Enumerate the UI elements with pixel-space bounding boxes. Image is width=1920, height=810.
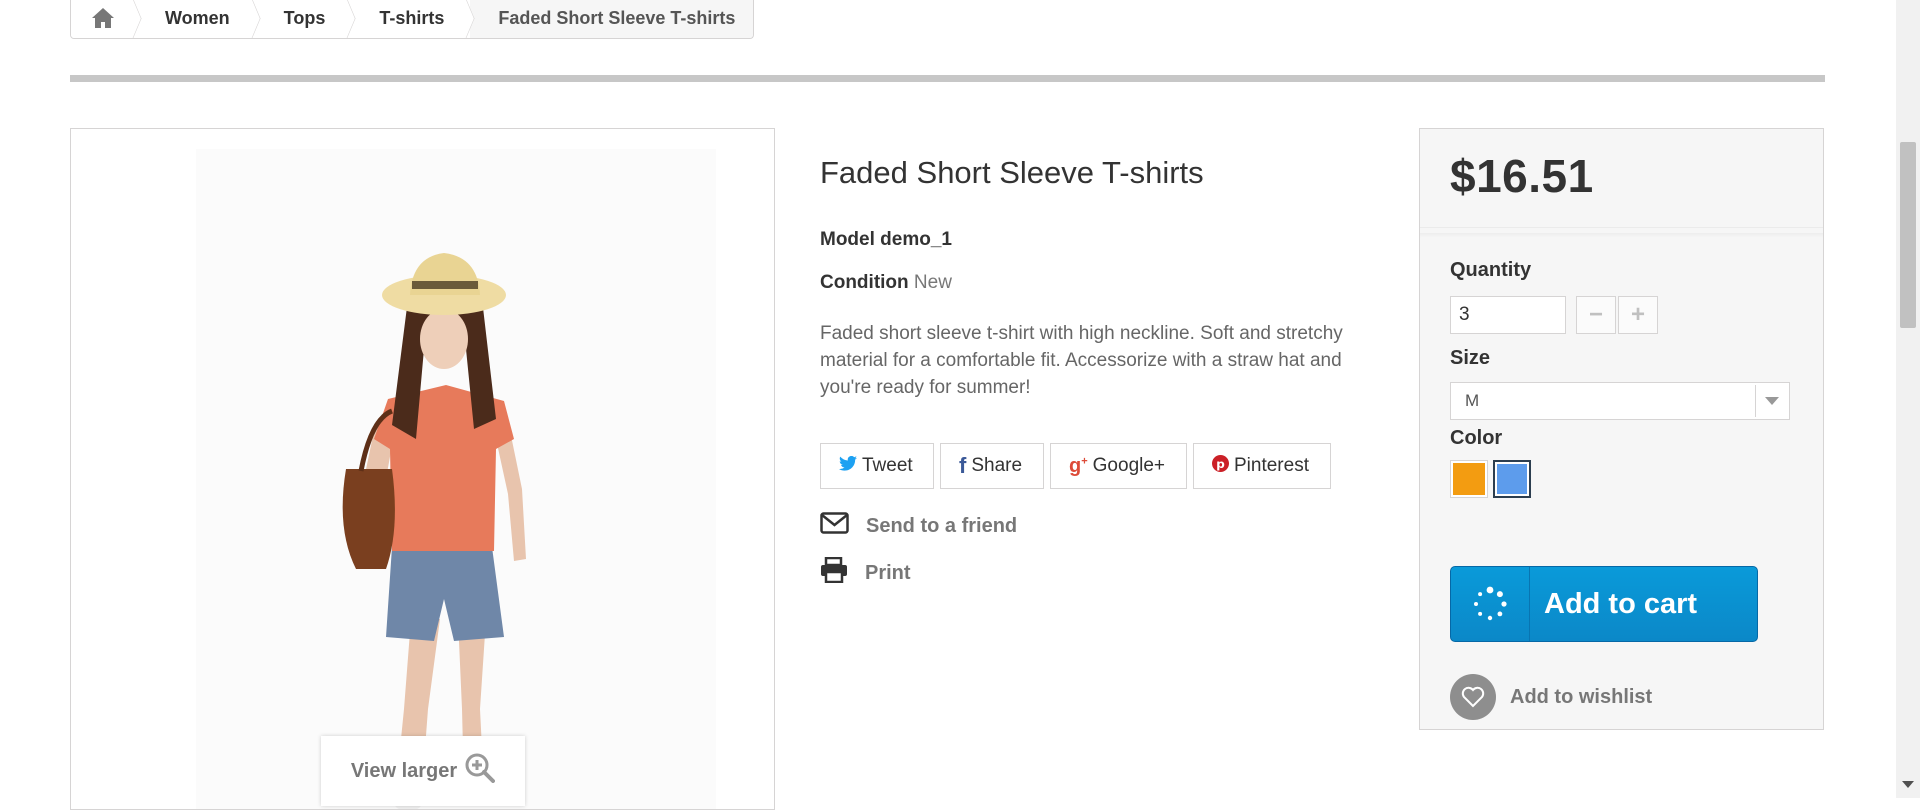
scroll-down-arrow-icon[interactable]: [1902, 781, 1914, 788]
breadcrumb-label: Women: [165, 7, 230, 28]
product-description: Faded short sleeve t-shirt with high nec…: [820, 323, 1343, 398]
pinterest-label: Pinterest: [1234, 455, 1309, 476]
model-illustration: [342, 253, 526, 809]
quantity-label: Quantity: [1450, 259, 1532, 281]
plus-icon: +: [1630, 301, 1645, 328]
pinterest-button[interactable]: p Pinterest: [1193, 443, 1331, 489]
quantity-input[interactable]: 3: [1450, 296, 1566, 334]
heart-icon: [1450, 674, 1496, 720]
chevron-down-icon: [1755, 385, 1787, 417]
product-price: $16.51: [1450, 150, 1594, 202]
add-to-wishlist-label: Add to wishlist: [1510, 685, 1653, 708]
buy-box: $16.51 Quantity 3 − + Size M Color Add t…: [1419, 128, 1824, 730]
breadcrumb: Women Tops T-shirts Faded Short Sleeve T…: [70, 0, 755, 39]
breadcrumb-tops[interactable]: Tops: [255, 0, 352, 38]
product-condition: Condition New: [820, 272, 952, 294]
google-plus-icon: g+: [1069, 454, 1088, 477]
size-selected-value: M: [1465, 391, 1480, 410]
quantity-increase-button[interactable]: +: [1618, 296, 1658, 334]
send-to-friend-link[interactable]: Send to a friend: [820, 512, 1017, 540]
breadcrumb-women[interactable]: Women: [137, 0, 256, 38]
send-to-friend-label: Send to a friend: [866, 514, 1018, 537]
google-plus-button[interactable]: g+ Google+: [1050, 443, 1187, 489]
section-divider: [70, 75, 1825, 82]
page-scrollbar[interactable]: [1896, 0, 1920, 798]
view-larger-label: View larger: [350, 759, 458, 782]
size-select[interactable]: M: [1450, 382, 1790, 420]
breadcrumb-label: Tops: [283, 7, 326, 28]
quantity-decrease-button[interactable]: −: [1576, 296, 1616, 334]
breadcrumb-current: Faded Short Sleeve T-shirts: [470, 0, 754, 38]
facebook-share-button[interactable]: f Share: [940, 443, 1044, 489]
pinterest-icon: p: [1212, 454, 1229, 478]
google-plus-label: Google+: [1092, 455, 1166, 476]
facebook-icon: f: [959, 453, 967, 478]
swatch-fill: [1453, 463, 1485, 495]
breadcrumb-tshirts[interactable]: T-shirts: [351, 0, 471, 38]
price-area: $16.51: [1420, 129, 1823, 228]
svg-text:p: p: [1216, 456, 1225, 470]
product-image-container[interactable]: View larger: [70, 128, 775, 810]
add-to-wishlist-link[interactable]: Add to wishlist: [1450, 674, 1652, 720]
breadcrumb-label: T-shirts: [379, 7, 445, 28]
breadcrumb-current-label: Faded Short Sleeve T-shirts: [498, 7, 736, 28]
share-label: Share: [971, 455, 1023, 476]
view-larger-button[interactable]: View larger: [321, 736, 525, 806]
print-link[interactable]: Print: [820, 556, 911, 589]
color-swatch-orange[interactable]: [1450, 460, 1488, 498]
tweet-label: Tweet: [862, 455, 913, 476]
add-to-cart-button[interactable]: Add to cart: [1450, 566, 1758, 642]
social-share-buttons: Tweet f Share g+ Google+ p Pinterest: [820, 443, 1331, 489]
add-to-cart-label: Add to cart: [1544, 587, 1698, 620]
condition-value: New: [913, 272, 952, 293]
tweet-button[interactable]: Tweet: [820, 443, 934, 489]
zoom-in-icon: [465, 753, 496, 789]
minus-icon: −: [1588, 301, 1603, 328]
printer-icon: [820, 556, 848, 589]
product-title: Faded Short Sleeve T-shirts: [820, 155, 1204, 190]
size-label: Size: [1450, 347, 1491, 369]
product-photo: [196, 149, 716, 809]
print-label: Print: [865, 561, 911, 584]
loading-spinner-icon: [1451, 567, 1530, 641]
envelope-icon: [820, 512, 849, 540]
swatch-fill: [1497, 464, 1527, 494]
home-icon: [91, 7, 115, 29]
breadcrumb-home[interactable]: [71, 0, 137, 38]
product-model: Model demo_1: [820, 229, 952, 250]
color-swatch-blue[interactable]: [1493, 460, 1531, 498]
twitter-icon: [839, 455, 857, 477]
color-label: Color: [1450, 427, 1503, 449]
condition-label: Condition: [820, 272, 909, 293]
scrollbar-thumb[interactable]: [1900, 142, 1916, 328]
